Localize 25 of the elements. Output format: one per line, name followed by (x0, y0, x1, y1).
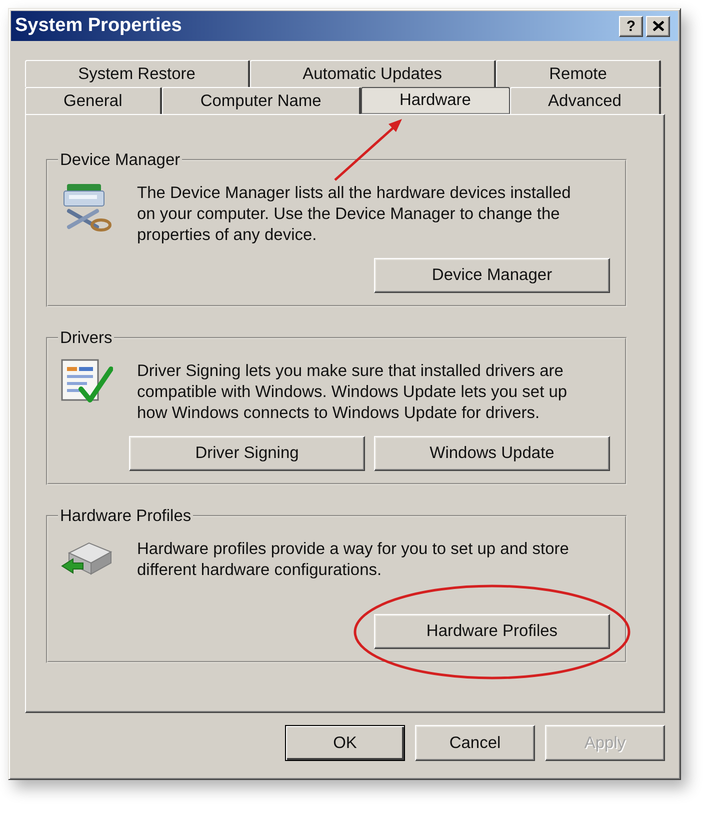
document-check-icon (61, 359, 113, 405)
action-button[interactable]: Driver Signing (129, 436, 365, 471)
tab[interactable]: Advanced (510, 87, 661, 114)
group-description: The Device Manager lists all the hardware devices installed on your computer. Use the Device Manager to change the properties of any device. (137, 183, 572, 246)
hardware-devices-icon (61, 181, 113, 233)
close-button[interactable] (646, 16, 670, 36)
tab[interactable]: Remote (496, 60, 661, 87)
group-title: Hardware Profiles (59, 507, 192, 525)
tab[interactable]: Automatic Updates (250, 60, 496, 87)
action-button[interactable]: Device Manager (374, 258, 610, 293)
group-description: Hardware profiles provide a way for you to set up and store different hardware configurations. (137, 539, 570, 581)
tab[interactable]: General (25, 87, 162, 114)
tab[interactable]: Hardware (360, 87, 510, 114)
group-title: Device Manager (59, 151, 182, 169)
dialog-button[interactable]: OK (285, 725, 405, 761)
group-description: Driver Signing lets you make sure that installed drivers are compatible with Windows. Windows Update lets you set up how Windows connects to Windows Update for drivers. (137, 361, 568, 424)
close-icon (652, 21, 664, 31)
tab[interactable]: System Restore (25, 60, 250, 87)
action-button[interactable]: Hardware Profiles (374, 614, 610, 649)
tab[interactable]: Computer Name (162, 87, 361, 114)
action-button[interactable]: Windows Update (374, 436, 610, 471)
help-button[interactable]: ? (619, 16, 643, 36)
window-title: System Properties (15, 15, 182, 37)
dialog-button[interactable]: Cancel (415, 725, 535, 761)
group-title: Drivers (59, 329, 114, 347)
